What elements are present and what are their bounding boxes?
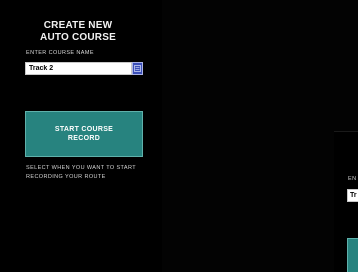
next-screen-name-field[interactable]: Tr [347, 189, 358, 202]
start-record-hint: SELECT WHEN YOU WANT TO START RECORDING … [26, 165, 136, 180]
auto-course-screen: CREATE NEW AUTO COURSE ENTER COURSE NAME… [0, 0, 358, 272]
next-screen-label: EN [348, 176, 357, 182]
page-title-line-1: CREATE NEW [43, 20, 113, 31]
keyboard-icon [134, 65, 141, 72]
page-title-line-2: AUTO COURSE [40, 32, 116, 43]
start-course-record-label: START COURSE RECORD [54, 126, 114, 142]
page-title: CREATE NEW AUTO COURSE [0, 20, 156, 44]
create-course-panel: CREATE NEW AUTO COURSE ENTER COURSE NAME… [0, 0, 162, 272]
course-name-field [25, 62, 143, 75]
next-screen-button[interactable] [347, 238, 358, 272]
course-name-input[interactable] [25, 62, 132, 75]
keyboard-button[interactable] [132, 62, 143, 75]
course-name-label: ENTER COURSE NAME [26, 50, 94, 56]
start-course-record-button[interactable]: START COURSE RECORD [25, 111, 143, 157]
